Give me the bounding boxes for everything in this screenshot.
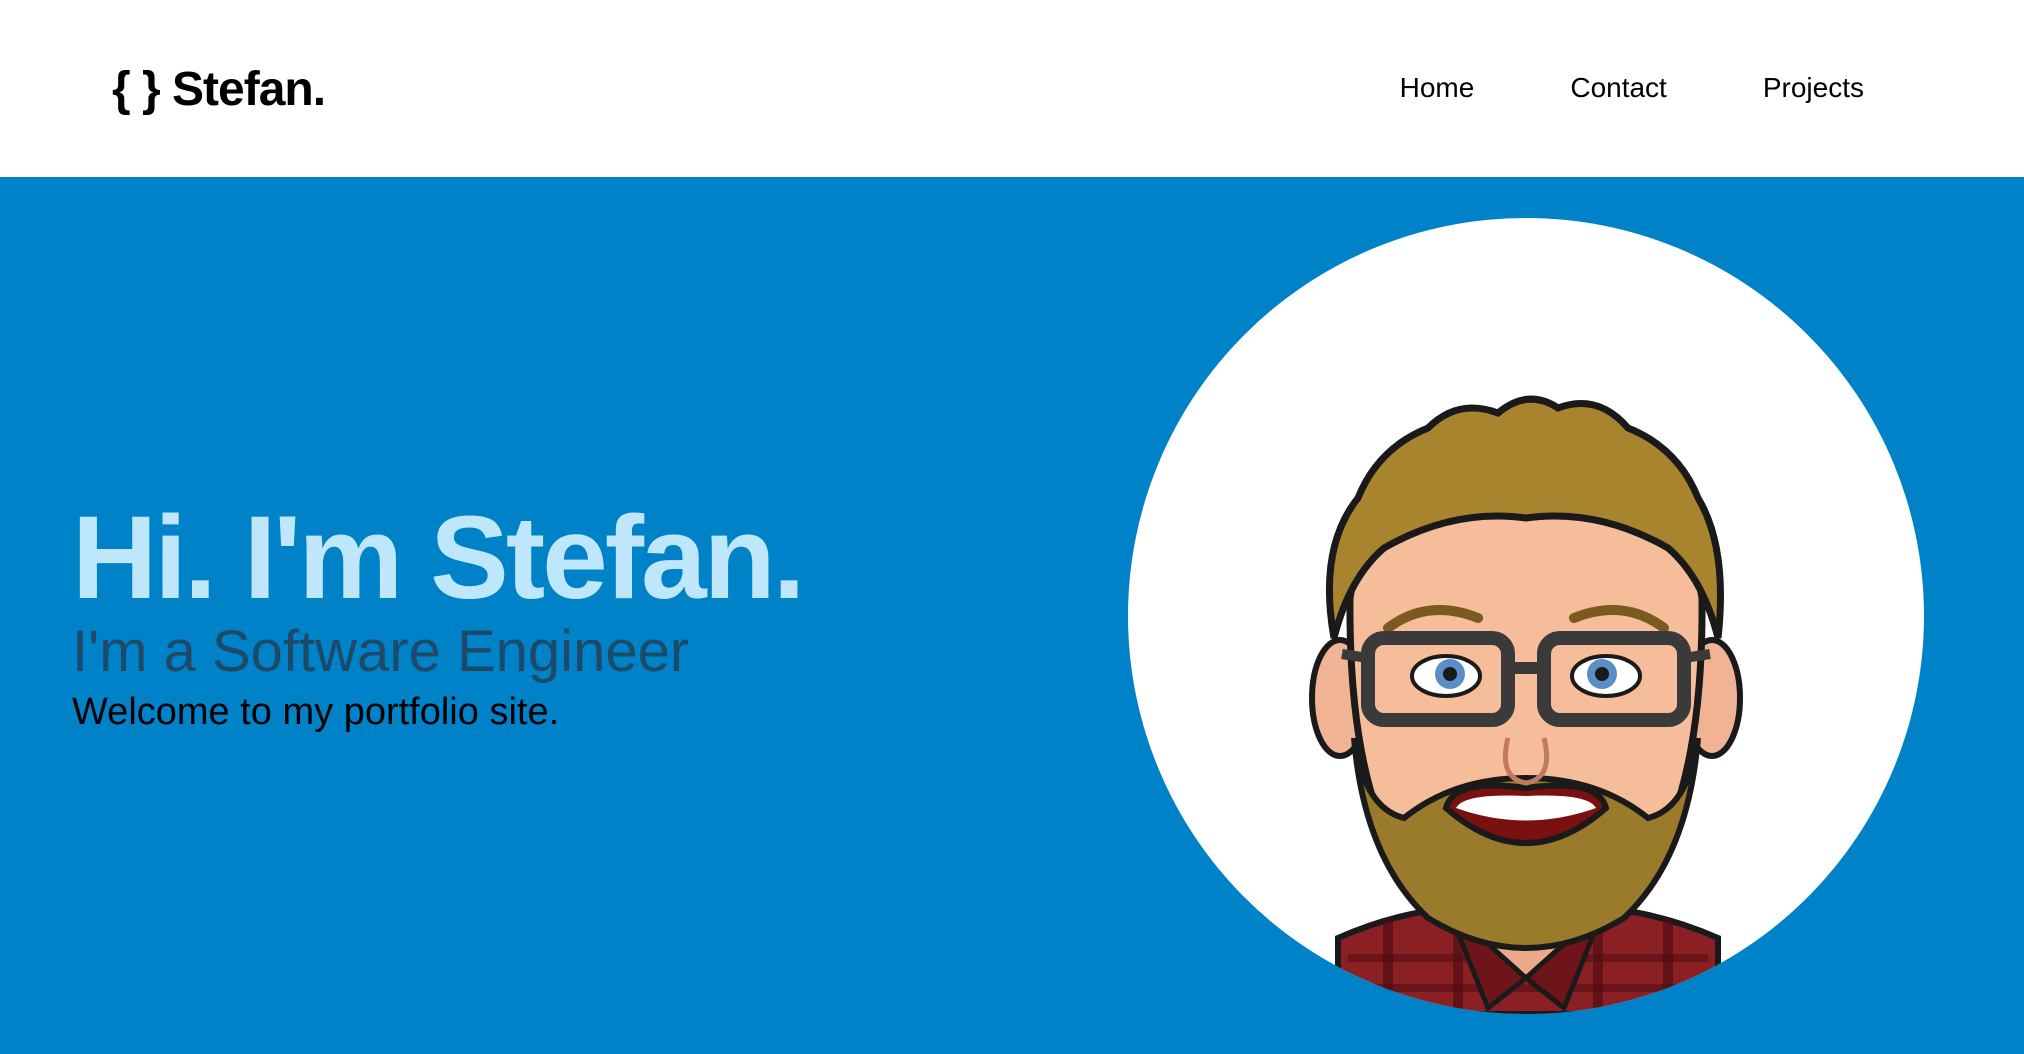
navbar: { } Stefan. Home Contact Projects: [0, 0, 2024, 177]
hero-section: Hi. I'm Stefan. I'm a Software Engineer …: [0, 177, 2024, 1054]
nav-item-contact[interactable]: Contact: [1570, 68, 1667, 108]
nav-item-projects[interactable]: Projects: [1763, 68, 1864, 108]
hero-title: Hi. I'm Stefan.: [72, 492, 806, 624]
brand-logo[interactable]: { } Stefan.: [112, 60, 326, 120]
nav-links: Home Contact Projects: [1304, 68, 1864, 108]
hero-subtitle: I'm a Software Engineer: [72, 619, 690, 684]
nav-item-home[interactable]: Home: [1400, 68, 1475, 108]
avatar-illustration: [1309, 395, 1743, 1014]
hero-welcome-text: Welcome to my portfolio site.: [72, 691, 560, 733]
avatar: [1128, 218, 1924, 1014]
